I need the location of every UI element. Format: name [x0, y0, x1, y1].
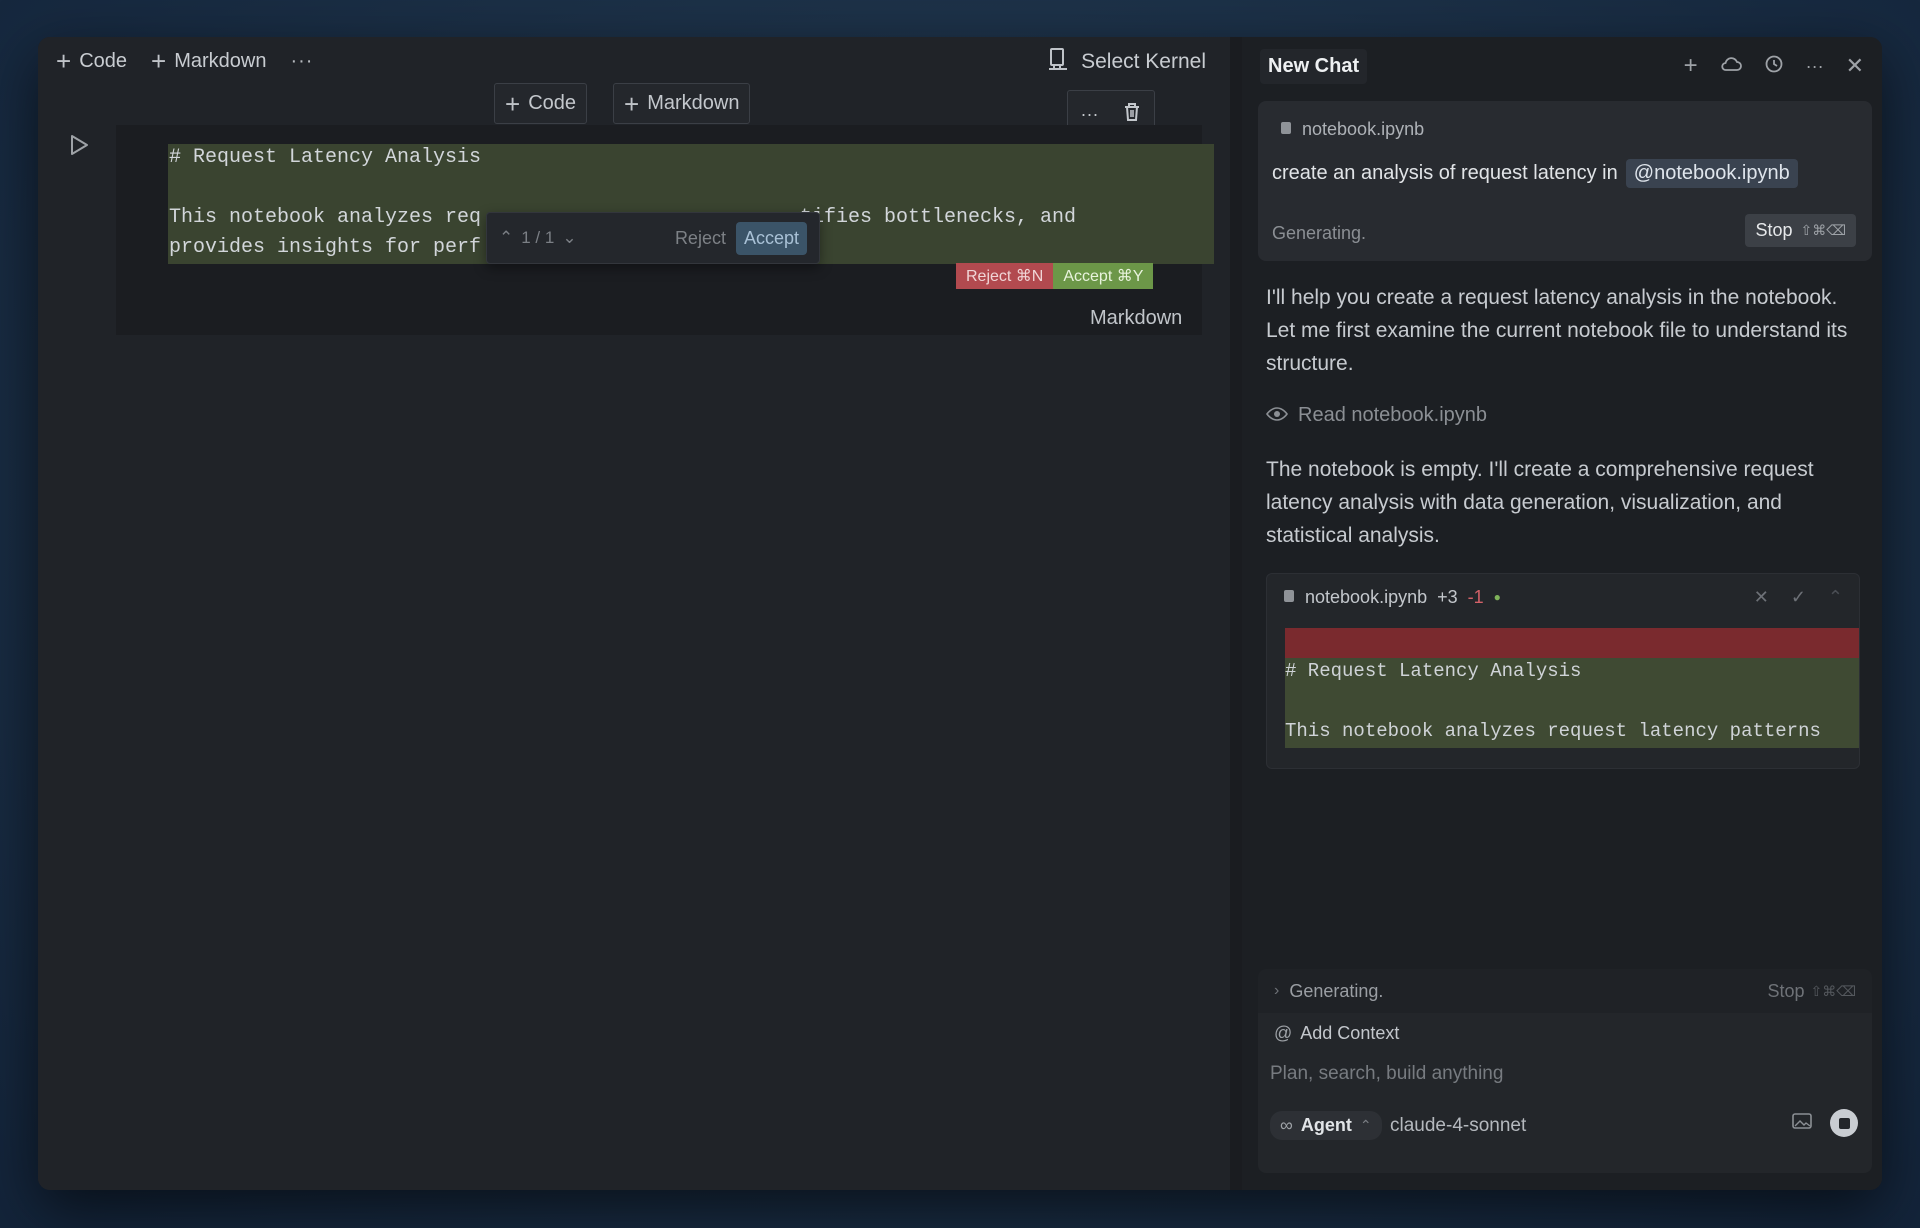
plus-icon: + [151, 46, 167, 76]
app-window: + Code + Markdown ··· Select Kernel + Co… [38, 37, 1882, 1190]
new-chat-icon[interactable]: + [1684, 52, 1698, 80]
close-icon[interactable]: ✕ [1846, 53, 1864, 79]
cell-line: # Request Latency Analysis [169, 146, 482, 169]
stop-button[interactable]: Stop ⇧⌘⌫ [1745, 214, 1856, 247]
generating-stop-button[interactable]: Stop ⇧⌘⌫ [1767, 981, 1856, 1002]
notebook-toolbar: + Code + Markdown ··· Select Kernel [38, 37, 1230, 85]
generation-status: Generating. [1272, 223, 1367, 243]
chat-composer: @ Add Context Plan, search, build anythi… [1258, 1013, 1872, 1173]
diff-code-line: This notebook analyzes request latency p… [1285, 720, 1821, 742]
diff-card-actions: ✕ ✓ ⌃ [1754, 587, 1843, 608]
cell-accept-button[interactable]: Accept ⌘Y [1053, 263, 1154, 289]
insert-code-button[interactable]: + Code [494, 83, 587, 124]
chat-tab[interactable]: New Chat [1260, 48, 1368, 84]
plus-icon: + [505, 88, 521, 119]
stop-generation-button[interactable] [1830, 1109, 1858, 1137]
trash-icon[interactable] [1123, 102, 1141, 127]
insert-cell-row: + Code + Markdown [494, 83, 751, 124]
cell-review-actions: Reject ⌘N Accept ⌘Y [956, 263, 1154, 289]
cell-type-label[interactable]: Markdown [1090, 307, 1182, 330]
cell-line: This notebook analyzes req [169, 206, 482, 229]
chat-input[interactable]: Plan, search, build anything [1270, 1063, 1503, 1085]
file-diff-card[interactable]: notebook.ipynb +3 -1 ● ✕ ✓ ⌃ # Request L… [1266, 573, 1860, 769]
notebook-pane: + Code + Markdown ··· Select Kernel + Co… [38, 37, 1230, 1190]
diff-card-header: notebook.ipynb +3 -1 ● ✕ ✓ ⌃ [1267, 574, 1859, 620]
inline-diff-toolbar: ⌃ 1 / 1 ⌄ Reject Accept [486, 212, 820, 264]
add-context-button[interactable]: @ Add Context [1274, 1023, 1399, 1044]
history-icon[interactable] [1764, 54, 1784, 79]
insert-markdown-button[interactable]: + Markdown [613, 83, 751, 124]
run-cell-button[interactable] [68, 133, 90, 162]
file-mention[interactable]: @notebook.ipynb [1625, 159, 1798, 188]
inline-reject-button[interactable]: Reject [675, 228, 726, 249]
accept-check-icon[interactable]: ✓ [1791, 587, 1806, 608]
cell-line: provides insights for perf [169, 236, 482, 259]
select-kernel-button[interactable]: Select Kernel [1047, 47, 1206, 77]
stop-icon [1838, 1117, 1850, 1129]
cell-reject-button[interactable]: Reject ⌘N [956, 263, 1054, 289]
stop-shortcut: ⇧⌘⌫ [1800, 222, 1846, 238]
file-icon [1280, 119, 1292, 140]
plus-icon: + [56, 46, 72, 76]
tool-step-read[interactable]: Read notebook.ipynb [1266, 404, 1487, 427]
generating-bar[interactable]: › Generating. Stop ⇧⌘⌫ [1258, 969, 1872, 1013]
more-actions-button[interactable]: ··· [290, 50, 313, 73]
eye-icon [1266, 404, 1288, 427]
assistant-message: The notebook is empty. I'll create a com… [1266, 458, 1814, 547]
chat-header: New Chat + ··· ✕ [1242, 37, 1882, 95]
user-query-card[interactable]: notebook.ipynb create an analysis of req… [1258, 101, 1872, 261]
diff-file-name: notebook.ipynb [1305, 586, 1428, 607]
at-icon: @ [1274, 1023, 1293, 1043]
reject-x-icon[interactable]: ✕ [1754, 587, 1769, 608]
diff-removed-line [1285, 628, 1859, 658]
model-selector[interactable]: claude-4-sonnet [1390, 1115, 1526, 1137]
inline-accept-button[interactable]: Accept [735, 221, 807, 255]
unsaved-dot-icon: ● [1493, 590, 1501, 604]
image-icon[interactable] [1792, 1112, 1812, 1134]
collapse-icon[interactable]: ⌃ [1828, 587, 1843, 608]
add-markdown-cell-button[interactable]: + Markdown [151, 48, 266, 74]
diff-code-line: # Request Latency Analysis [1285, 660, 1582, 682]
infinity-icon: ∞ [1280, 1115, 1293, 1135]
chevron-right-icon: › [1274, 982, 1280, 999]
attached-file[interactable]: notebook.ipynb [1280, 119, 1424, 140]
composer-actions [1792, 1109, 1858, 1137]
assistant-message: I'll help you create a request latency a… [1266, 286, 1848, 375]
pane-divider[interactable] [1230, 37, 1242, 1190]
kernel-icon [1047, 47, 1069, 77]
chevron-down-icon[interactable]: ⌄ [562, 228, 576, 248]
chevron-up-icon[interactable]: ⌃ [499, 228, 513, 248]
diff-navigator[interactable]: ⌃ 1 / 1 ⌄ [499, 228, 577, 248]
more-icon[interactable]: ··· [1806, 56, 1824, 77]
plus-icon: + [624, 88, 640, 119]
chat-pane: New Chat + ··· ✕ notebook.ipynb create a… [1242, 37, 1882, 1190]
lines-added: +3 [1437, 586, 1458, 607]
lines-removed: -1 [1467, 586, 1484, 607]
cell-more-icon[interactable]: ··· [1081, 104, 1099, 125]
mode-selector[interactable]: ∞ Agent ⌃ [1270, 1111, 1382, 1140]
cell-line: tifies bottlenecks, and [800, 206, 1077, 229]
cloud-icon[interactable] [1720, 56, 1742, 77]
query-text: create an analysis of request latency in… [1272, 159, 1798, 188]
chevron-up-icon: ⌃ [1359, 1117, 1372, 1133]
play-icon [71, 135, 88, 155]
file-icon [1283, 587, 1295, 608]
add-code-cell-button[interactable]: + Code [56, 48, 127, 74]
chat-header-actions: + ··· ✕ [1684, 52, 1864, 80]
